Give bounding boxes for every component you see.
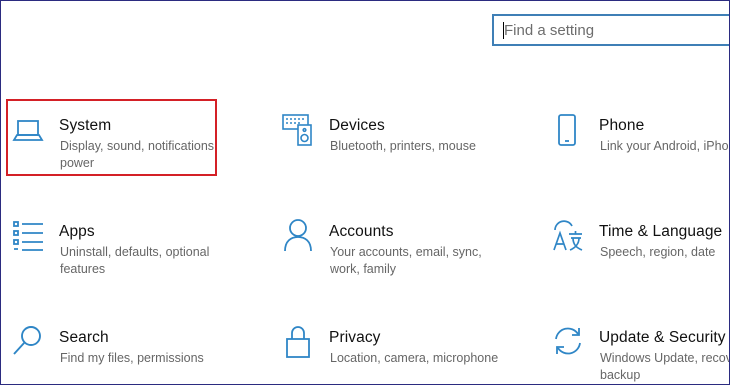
category-update-security[interactable]: Update & Security Windows Update, recove… — [547, 317, 729, 384]
sync-icon — [551, 323, 585, 359]
search-settings-box[interactable] — [492, 14, 729, 46]
laptop-icon — [11, 111, 45, 147]
category-description: Bluetooth, printers, mouse — [330, 139, 476, 153]
category-title: Time & Language — [599, 223, 723, 240]
phone-icon — [551, 111, 585, 147]
category-title: Update & Security — [599, 329, 726, 346]
category-accounts[interactable]: Accounts Your accounts, email, sync, wor… — [277, 211, 527, 287]
category-system[interactable]: System Display, sound, notifications, po… — [7, 105, 257, 181]
category-title: System — [59, 117, 112, 134]
category-privacy[interactable]: Privacy Location, camera, microphone — [277, 317, 527, 384]
category-title: Search — [59, 329, 109, 346]
settings-window: System Display, sound, notifications, po… — [0, 0, 730, 385]
category-search[interactable]: Search Find my files, permissions — [7, 317, 257, 384]
category-title: Privacy — [329, 329, 381, 346]
category-description: Link your Android, iPhone — [600, 139, 730, 153]
category-title: Apps — [59, 223, 95, 240]
category-description: Display, sound, notifications, power — [60, 139, 218, 170]
category-description: Windows Update, recovery, backup — [600, 351, 729, 382]
lock-icon — [281, 323, 315, 359]
category-devices[interactable]: Devices Bluetooth, printers, mouse — [277, 105, 527, 181]
time-language-icon — [551, 217, 585, 253]
apps-list-icon — [11, 217, 45, 253]
category-title: Phone — [599, 117, 645, 134]
category-description: Find my files, permissions — [60, 351, 204, 365]
category-title: Devices — [329, 117, 385, 134]
person-icon — [281, 217, 315, 253]
search-icon — [11, 323, 45, 359]
category-description: Speech, region, date — [600, 245, 716, 259]
category-description: Your accounts, email, sync, work, family — [330, 245, 482, 276]
category-title: Accounts — [329, 223, 394, 240]
search-settings-input[interactable] — [504, 19, 729, 41]
category-time-language[interactable]: Time & Language Speech, region, date — [547, 211, 729, 287]
category-description: Uninstall, defaults, optional features — [60, 245, 210, 276]
category-phone[interactable]: Phone Link your Android, iPhone — [547, 105, 730, 181]
category-description: Location, camera, microphone — [330, 351, 499, 365]
category-apps[interactable]: Apps Uninstall, defaults, optional featu… — [7, 211, 257, 287]
keyboard-speaker-icon — [281, 111, 315, 147]
